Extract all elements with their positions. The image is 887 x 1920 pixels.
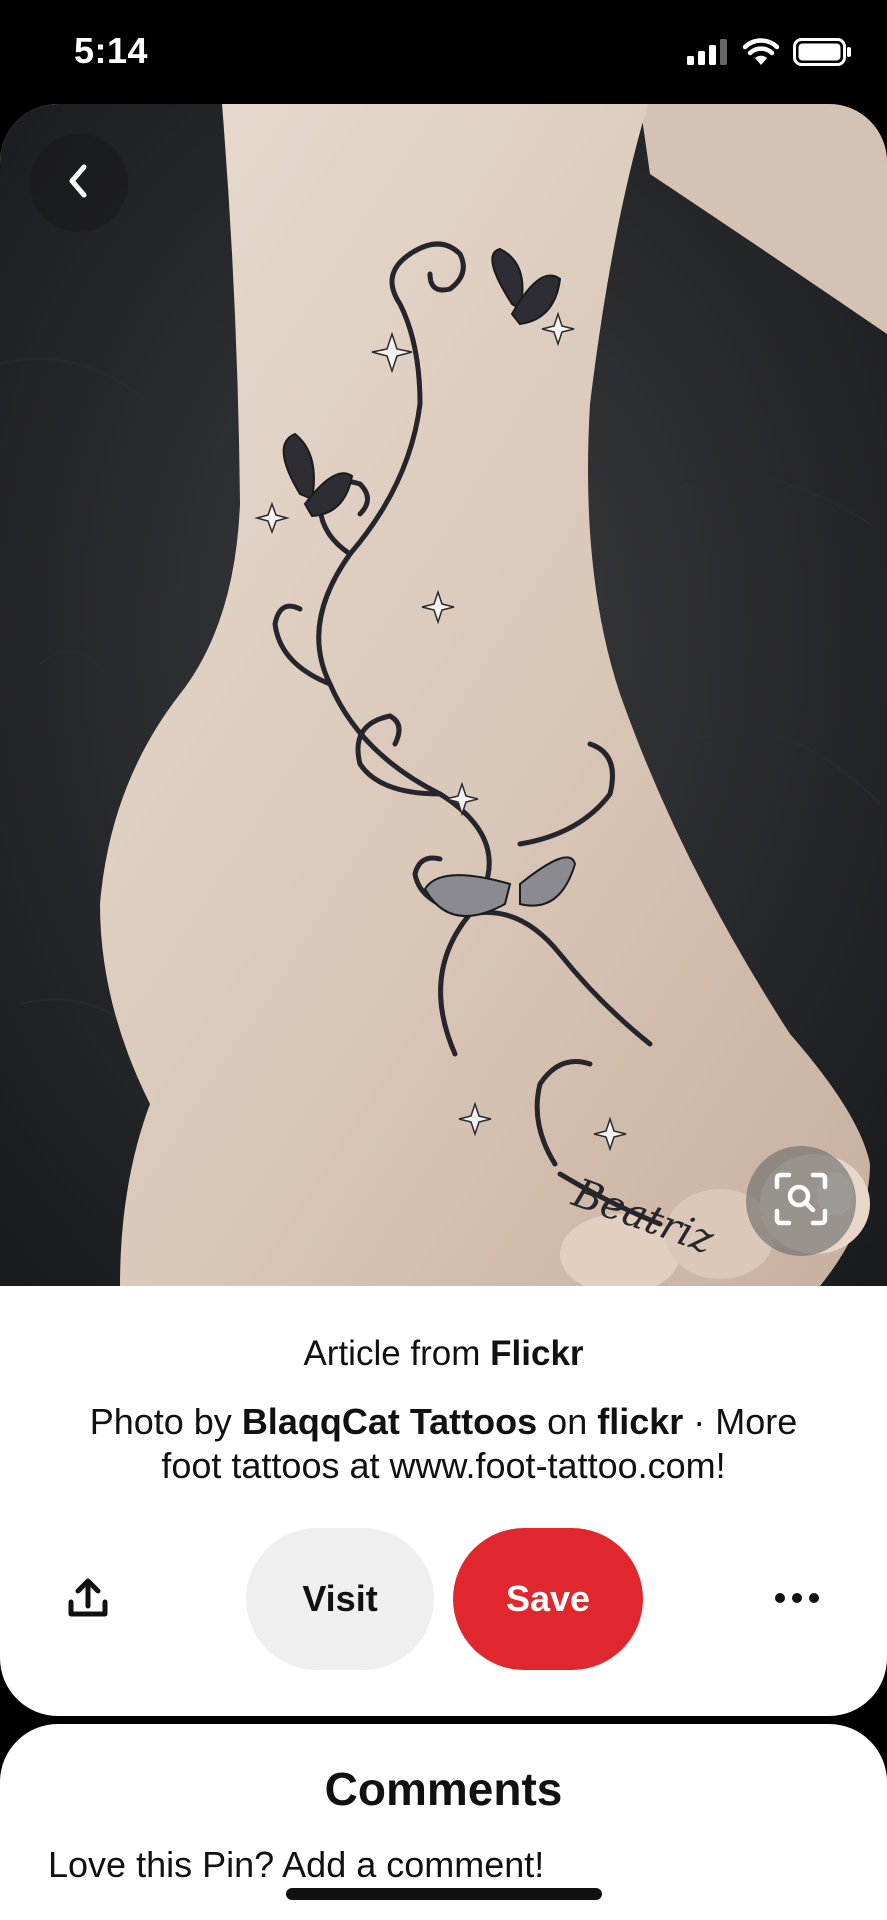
share-icon xyxy=(66,1576,110,1625)
visual-search-icon xyxy=(773,1171,829,1232)
save-button[interactable]: Save xyxy=(453,1528,643,1670)
back-button[interactable] xyxy=(30,134,128,232)
pin-source[interactable]: Article from Flickr xyxy=(0,1334,887,1374)
wifi-icon xyxy=(742,38,780,71)
comments-prompt: Love this Pin? Add a comment! xyxy=(48,1844,544,1886)
description-text-2: on xyxy=(547,1401,588,1442)
add-comment-link[interactable]: Add a comment! xyxy=(282,1844,544,1885)
status-bar: 5:14 xyxy=(0,0,887,104)
pin-image[interactable]: Beatriz xyxy=(0,104,887,1286)
pin-description: Photo by BlaqqCat Tattoos on flickr · Mo… xyxy=(60,1400,827,1488)
screen: 5:14 Beatriz Article from Flickr Photo b… xyxy=(0,0,887,1920)
pin-card: Beatriz Article from Flickr Photo by Bla… xyxy=(0,104,887,1716)
description-author: BlaqqCat Tattoos xyxy=(241,1401,538,1442)
source-name: Flickr xyxy=(490,1334,584,1373)
visual-search-button[interactable] xyxy=(746,1146,856,1256)
status-icons xyxy=(687,38,853,71)
comments-title: Comments xyxy=(324,1763,563,1815)
status-time: 5:14 xyxy=(74,30,149,71)
chevron-left-icon xyxy=(64,161,94,206)
visit-button[interactable]: Visit xyxy=(246,1528,434,1670)
description-text-1: Photo by xyxy=(89,1401,232,1442)
more-options-icon xyxy=(774,1591,820,1609)
description-site: flickr xyxy=(597,1401,684,1442)
home-indicator xyxy=(286,1888,602,1900)
share-button[interactable] xyxy=(56,1568,120,1632)
source-prefix: Article from xyxy=(303,1334,481,1373)
comments-prompt-text: Love this Pin? xyxy=(48,1844,283,1885)
action-row: Visit Save xyxy=(0,1528,887,1670)
battery-icon xyxy=(793,38,853,71)
more-options-button[interactable] xyxy=(765,1568,829,1632)
cellular-signal-icon xyxy=(687,39,729,70)
